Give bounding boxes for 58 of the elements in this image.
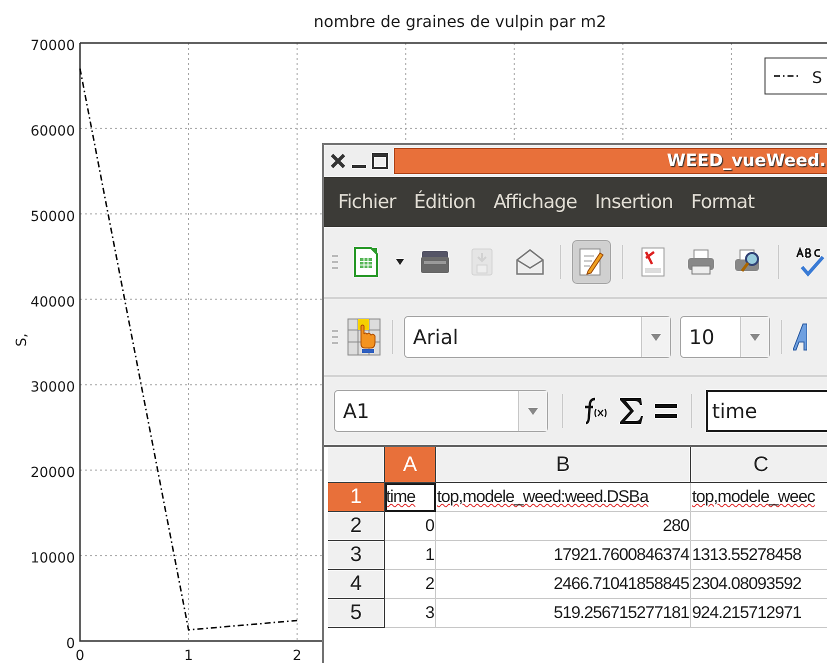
- table-cell: 17921.7600846374: [436, 541, 691, 570]
- font-size-combo[interactable]: 10: [680, 316, 770, 358]
- axis-title: S,: [14, 333, 30, 347]
- menu-item[interactable]: Fichier: [338, 191, 396, 213]
- toolbar-grip[interactable]: [332, 254, 338, 270]
- axis-label: 50000: [30, 208, 75, 225]
- menu-item[interactable]: Affichage: [493, 191, 577, 213]
- dropdown-arrow-icon: [528, 408, 538, 414]
- axis-label: 70000: [30, 38, 75, 54]
- table-cell: top,modele_weed:weed.DSBa: [436, 483, 691, 512]
- axis-label: 10000: [30, 550, 75, 567]
- sum-icon[interactable]: [619, 397, 643, 425]
- toolbar-grip[interactable]: [332, 329, 338, 345]
- font-name-combo[interactable]: Arial: [404, 316, 671, 358]
- table-cell: 519.256715277181: [436, 599, 691, 628]
- axis-label: 0: [66, 636, 75, 652]
- corner-cell[interactable]: [328, 447, 385, 483]
- axis-label: 60000: [30, 123, 75, 140]
- window-title: WEED_vueWeed.: [666, 151, 826, 171]
- column-header[interactable]: C: [691, 447, 827, 483]
- legend: S: [764, 58, 827, 94]
- table-cell: time: [385, 483, 436, 512]
- menu-item[interactable]: Format: [690, 191, 754, 213]
- maximize-icon[interactable]: [372, 153, 388, 169]
- table-cell: 2304.08093592: [691, 570, 827, 599]
- table-cell: 2466.71041858845: [436, 570, 691, 599]
- menu-item[interactable]: Édition: [414, 191, 476, 213]
- axis-label: 40000: [30, 294, 75, 310]
- axis-label: 20000: [30, 465, 75, 482]
- dropdown-arrow-icon: [651, 334, 661, 340]
- legend-label: S: [812, 68, 822, 87]
- edit-icon[interactable]: [572, 240, 611, 284]
- table-cell: 3: [385, 599, 436, 628]
- menu-item[interactable]: Insertion: [594, 191, 673, 213]
- table-cell: 924.215712971: [691, 599, 827, 628]
- equals-icon[interactable]: [655, 404, 677, 418]
- column-header[interactable]: B: [436, 447, 691, 483]
- styles-icon[interactable]: [347, 318, 381, 356]
- formula-input[interactable]: time: [706, 390, 827, 432]
- font-color-icon[interactable]: [793, 322, 807, 352]
- table-cell: 1: [385, 541, 436, 570]
- axis-label: 30000: [30, 380, 75, 396]
- table-cell: 0: [385, 512, 436, 541]
- dropdown-arrow-icon: [750, 334, 760, 340]
- row-header[interactable]: 4: [328, 570, 385, 599]
- table-cell: 1313.55278458: [691, 541, 827, 570]
- name-box[interactable]: A1: [334, 390, 548, 432]
- table-cell: top,modele_weec: [691, 483, 827, 512]
- close-icon[interactable]: [330, 153, 346, 169]
- axis-label: 1: [184, 648, 194, 663]
- chart-title: nombre de graines de vulpin par m2: [314, 12, 606, 31]
- row-header[interactable]: 2: [328, 512, 385, 541]
- row-header[interactable]: 3: [328, 541, 385, 570]
- table-cell: 2: [385, 570, 436, 599]
- row-header[interactable]: 5: [328, 599, 385, 628]
- table-cell: 280: [436, 512, 691, 541]
- axis-label: 2: [292, 648, 302, 663]
- axis-label: 0: [76, 648, 84, 663]
